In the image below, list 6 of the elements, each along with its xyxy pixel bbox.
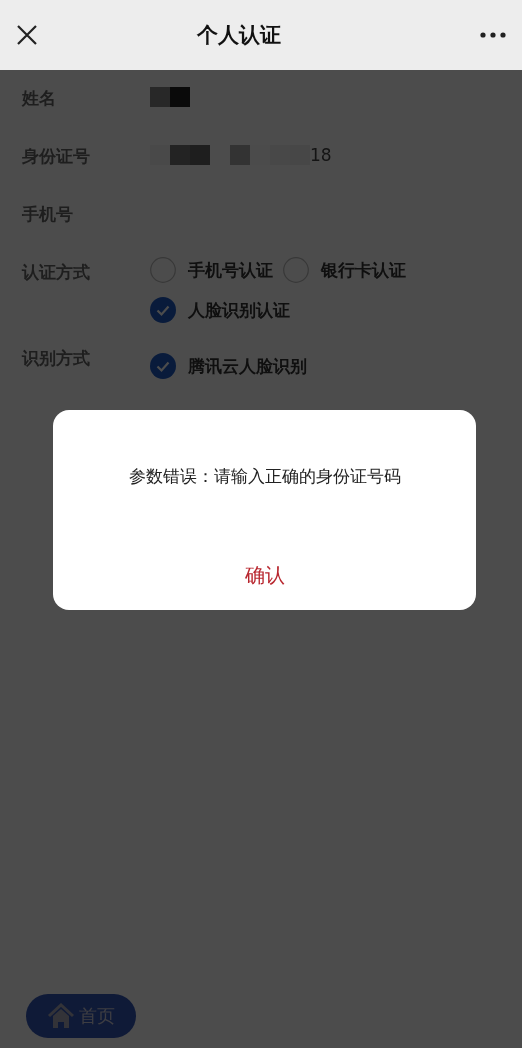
page-title: 个人认证 xyxy=(197,22,281,49)
dialog-message: 参数错误：请输入正确的身份证号码 xyxy=(128,465,401,488)
field-value: 18 xyxy=(310,144,332,167)
close-icon[interactable] xyxy=(16,24,38,46)
confirm-button[interactable]: 确认 xyxy=(230,558,299,593)
more-icon[interactable] xyxy=(480,32,506,38)
